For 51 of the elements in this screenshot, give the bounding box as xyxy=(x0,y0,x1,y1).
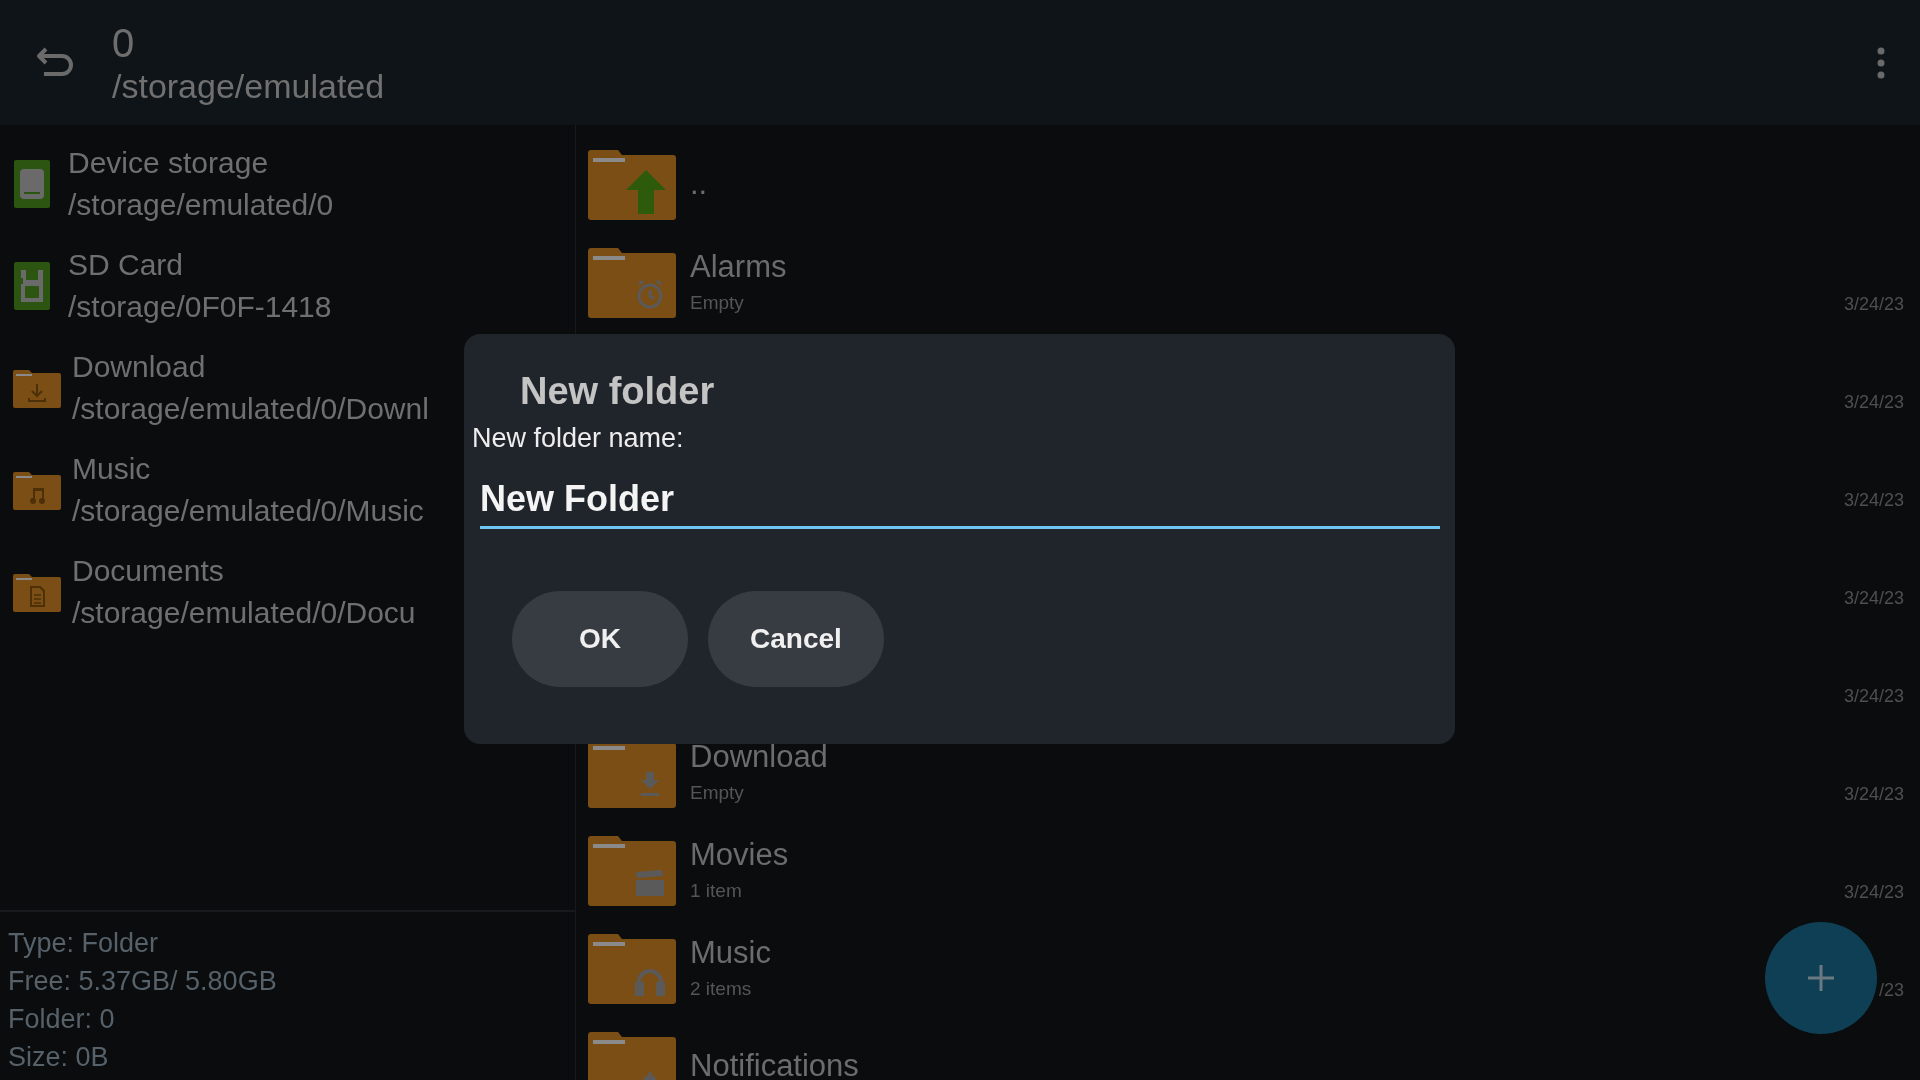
sd-card-icon xyxy=(14,262,50,310)
more-options-icon[interactable] xyxy=(1876,46,1886,79)
storage-path: /storage/emulated/0/Downl xyxy=(72,391,429,427)
movie-folder-icon xyxy=(588,834,676,906)
file-date: 3/24/23 xyxy=(1843,392,1904,413)
file-date: /23 xyxy=(1878,980,1904,1001)
file-detail: 2 items xyxy=(690,977,752,1001)
storage-path: /storage/emulated/0/Docu xyxy=(72,595,416,631)
file-date: 3/24/23 xyxy=(1843,882,1904,903)
parent-folder-icon xyxy=(588,148,676,220)
document-folder-icon xyxy=(12,572,62,612)
ok-button[interactable]: OK xyxy=(512,591,688,687)
file-name[interactable]: Alarms xyxy=(690,246,787,288)
info-text: Type: Folder xyxy=(8,927,160,960)
sidebar-item[interactable]: SD Card /storage/0F0F-1418 xyxy=(0,235,575,337)
music-folder-icon xyxy=(12,470,62,510)
file-date: 3/24/23 xyxy=(1843,490,1904,511)
storage-name: Documents xyxy=(72,553,224,589)
field-label: New folder name: xyxy=(472,422,685,455)
file-name[interactable]: Music xyxy=(690,932,771,974)
file-name[interactable]: Notifications xyxy=(690,1045,859,1080)
file-date: 3/24/23 xyxy=(1843,294,1904,315)
file-detail: 1 item xyxy=(690,879,742,903)
storage-name: Download xyxy=(72,349,206,385)
file-date: 3/24/23 xyxy=(1843,588,1904,609)
file-detail: Empty xyxy=(690,781,744,805)
storage-path: /storage/emulated/0/Music xyxy=(72,493,424,529)
music-folder-icon xyxy=(588,932,676,1004)
storage-path: /storage/0F0F-1418 xyxy=(68,289,332,325)
folder-path: /storage/emulated xyxy=(112,65,386,106)
info-text: Free: 5.37GB/ 5.80GB xyxy=(8,965,278,998)
info-text: Folder: 0 xyxy=(8,1003,116,1036)
storage-name: SD Card xyxy=(68,247,184,283)
storage-name: Music xyxy=(72,451,151,487)
file-detail: Empty xyxy=(690,291,744,315)
file-name[interactable]: .. xyxy=(690,163,708,205)
dialog-title: New folder xyxy=(520,369,716,414)
file-date: 3/24/23 xyxy=(1843,784,1904,805)
storage-path: /storage/emulated/0 xyxy=(68,187,334,223)
folder-title: 0 xyxy=(112,19,136,66)
storage-icon xyxy=(14,160,50,208)
folder-name-field[interactable]: New Folder xyxy=(480,478,1440,529)
info-text: Size: 0B xyxy=(8,1041,110,1074)
sidebar-item[interactable]: Device storage /storage/emulated/0 xyxy=(0,133,575,235)
alarm-folder-icon xyxy=(588,246,676,318)
file-date: 3/24/23 xyxy=(1843,686,1904,707)
file-name[interactable]: Movies xyxy=(690,834,789,876)
plus-icon xyxy=(1806,963,1836,993)
cancel-button[interactable]: Cancel xyxy=(708,591,884,687)
download-folder-icon xyxy=(12,368,62,408)
storage-name: Device storage xyxy=(68,145,269,181)
